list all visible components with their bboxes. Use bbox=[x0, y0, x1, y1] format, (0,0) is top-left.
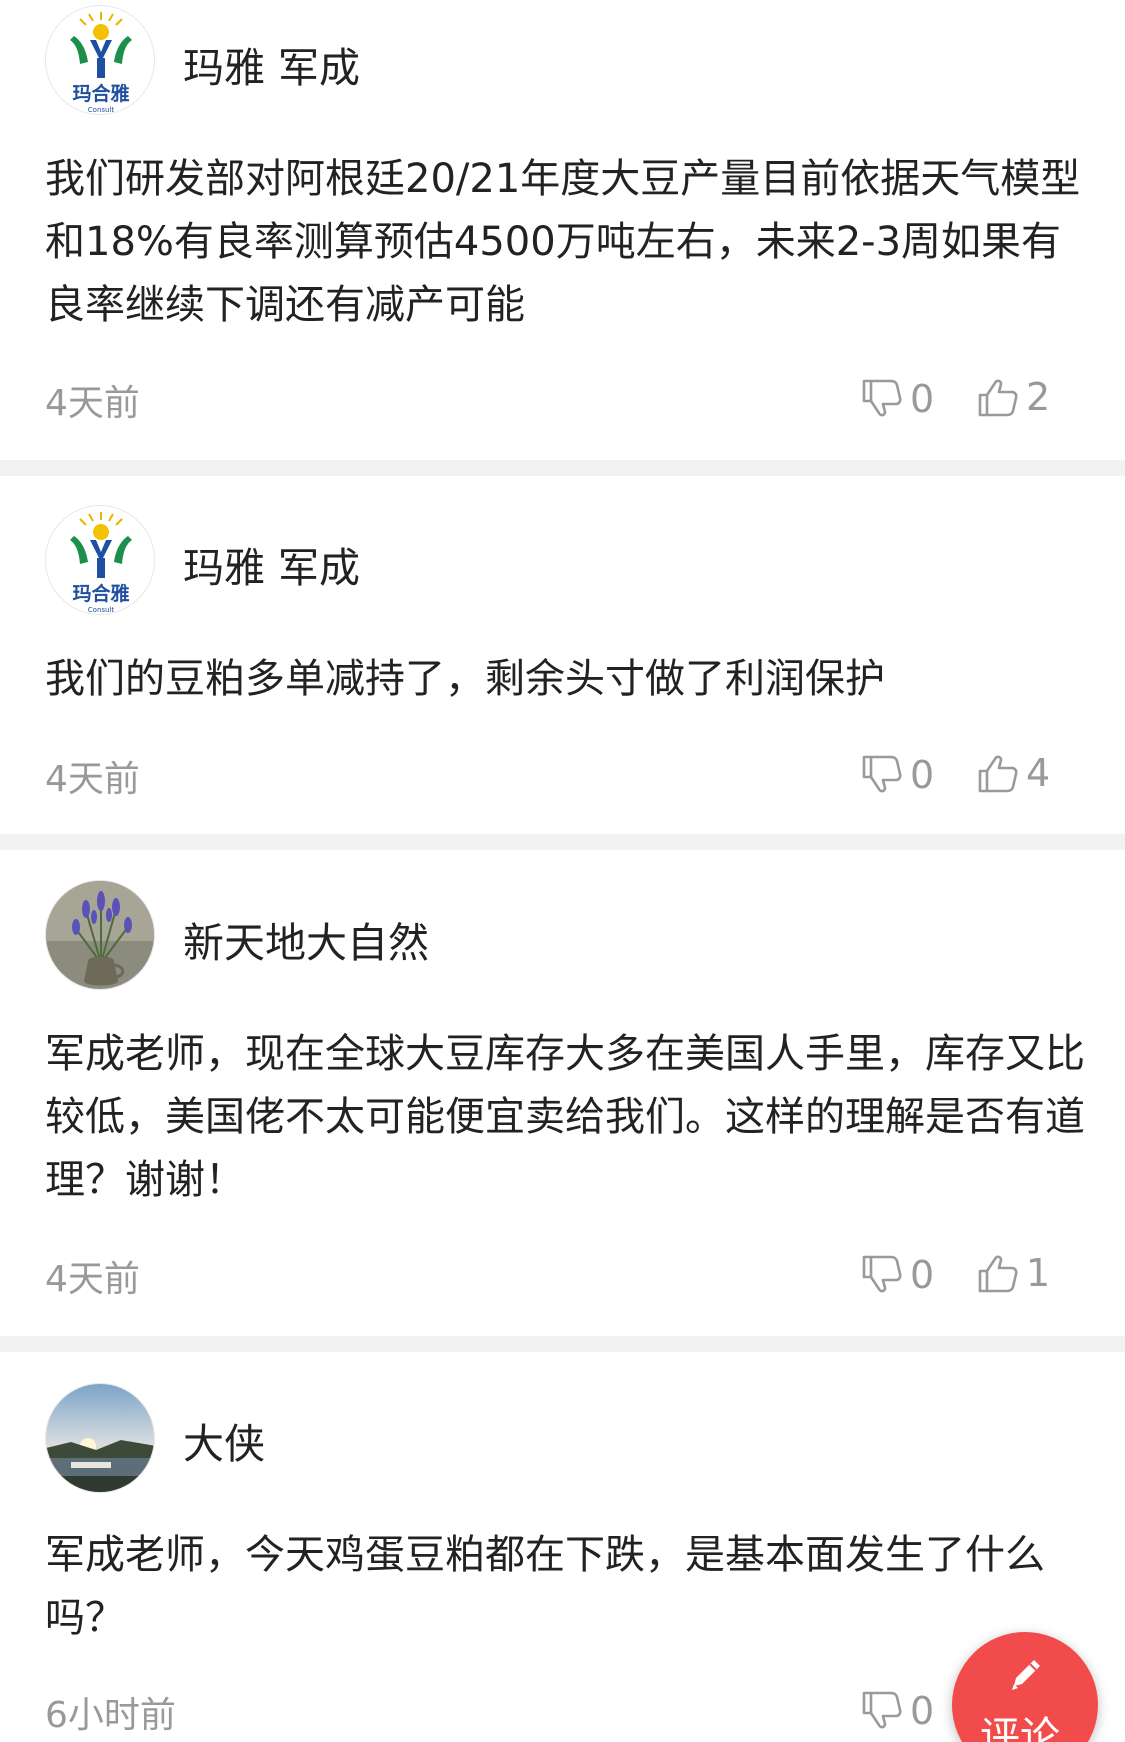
dislike-button[interactable]: 0 bbox=[860, 1250, 934, 1300]
like-button[interactable]: 4 bbox=[976, 748, 1050, 798]
author-name[interactable]: 大侠 bbox=[183, 1410, 265, 1470]
comment-text: 军成老师，现在全球大豆库存大多在美国人手里，库存又比较低，美国佬不太可能便宜卖给… bbox=[45, 1031, 1085, 1203]
dislike-button[interactable]: 0 bbox=[860, 374, 934, 424]
like-button[interactable]: 2 bbox=[976, 372, 1050, 422]
dislike-button[interactable]: 0 bbox=[860, 1686, 934, 1736]
avatar-flowers[interactable] bbox=[45, 880, 155, 990]
like-count: 4 bbox=[1026, 751, 1051, 795]
comment-time: 6小时前 bbox=[45, 1695, 176, 1736]
dislike-count: 0 bbox=[910, 1689, 935, 1733]
author-name[interactable]: 玛雅 军成 bbox=[183, 34, 360, 94]
like-count: 2 bbox=[1026, 375, 1051, 419]
comment-card: 新天地大自然 军成老师，现在全球大豆库存大多在美国人手里，库存又比较低，美国佬不… bbox=[0, 850, 1125, 1336]
divider bbox=[0, 834, 1125, 850]
comment-card: 玛雅 军成 我们研发部对阿根廷20/21年度大豆产量目前依据天气模型和18%有良… bbox=[0, 0, 1125, 460]
like-button[interactable]: 1 bbox=[976, 1248, 1050, 1298]
thumbs-down-icon bbox=[860, 377, 904, 421]
comment-time: 4天前 bbox=[45, 1259, 140, 1300]
dislike-count: 0 bbox=[910, 753, 935, 797]
author-name[interactable]: 新天地大自然 bbox=[183, 909, 429, 969]
comment-text: 军成老师，今天鸡蛋豆粕都在下跌，是基本面发生了什么吗？ bbox=[45, 1532, 1045, 1641]
comment-time: 4天前 bbox=[45, 383, 140, 424]
comment-text: 我们的豆粕多单减持了，剩余头寸做了利润保护 bbox=[45, 656, 885, 702]
comment-card: 玛雅 军成 我们的豆粕多单减持了，剩余头寸做了利润保护 4天前 0 4 bbox=[0, 476, 1125, 834]
comment-time: 4天前 bbox=[45, 759, 140, 800]
avatar-logo[interactable] bbox=[45, 505, 155, 615]
author-name[interactable]: 玛雅 军成 bbox=[183, 534, 360, 594]
thumbs-down-icon bbox=[860, 753, 904, 797]
thumbs-up-icon bbox=[976, 1251, 1020, 1295]
thumbs-down-icon bbox=[860, 1689, 904, 1733]
dislike-count: 0 bbox=[910, 1253, 935, 1297]
divider bbox=[0, 1336, 1125, 1352]
avatar-landscape[interactable] bbox=[45, 1383, 155, 1493]
pen-icon bbox=[1004, 1652, 1048, 1696]
like-count: 1 bbox=[1026, 1251, 1051, 1295]
thumbs-up-icon bbox=[976, 751, 1020, 795]
thumbs-up-icon bbox=[976, 375, 1020, 419]
dislike-button[interactable]: 0 bbox=[860, 750, 934, 800]
write-comment-label: 评论 bbox=[980, 1714, 1060, 1742]
dislike-count: 0 bbox=[910, 377, 935, 421]
comment-text: 我们研发部对阿根廷20/21年度大豆产量目前依据天气模型和18%有良率测算预估4… bbox=[45, 156, 1081, 328]
avatar-logo[interactable] bbox=[45, 5, 155, 115]
thumbs-down-icon bbox=[860, 1253, 904, 1297]
divider bbox=[0, 460, 1125, 476]
